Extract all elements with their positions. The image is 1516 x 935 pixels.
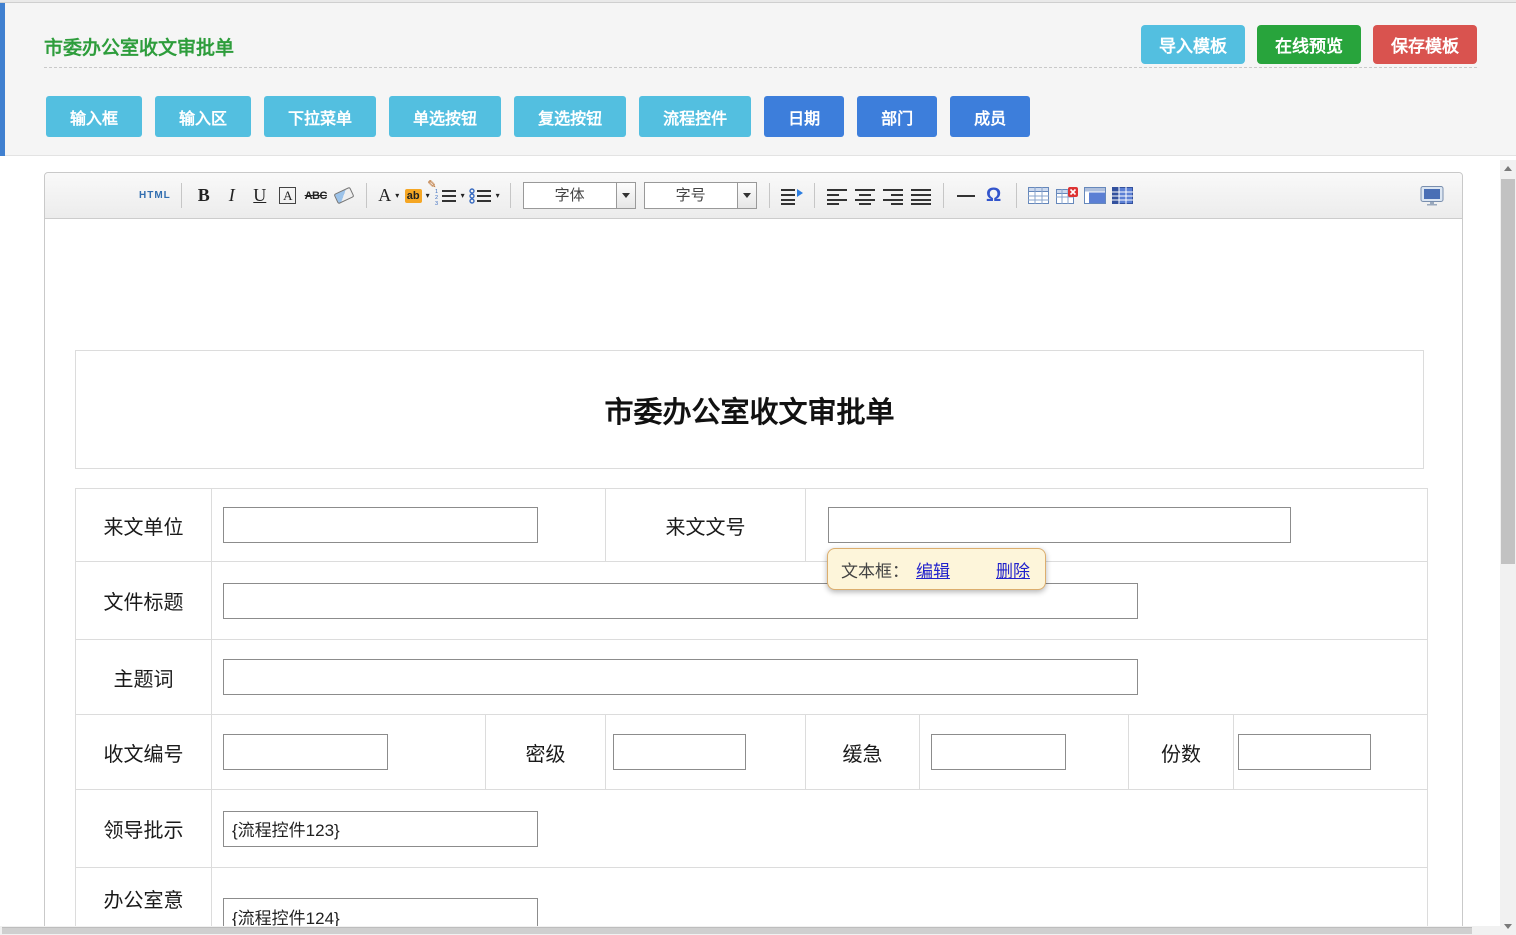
incoming-doc-number-input[interactable] xyxy=(828,507,1291,543)
form-table: 来文单位 来文文号 文件标题 主题词 xyxy=(75,488,1428,935)
scroll-up-arrow-icon[interactable] xyxy=(1500,160,1516,177)
toolbar-separator xyxy=(510,183,511,208)
table-row: 领导批示 xyxy=(76,790,1428,868)
font-size-select[interactable]: 字号 xyxy=(644,182,757,209)
security-level-input[interactable] xyxy=(613,734,746,770)
field-label: 主题词 xyxy=(76,640,212,715)
toolbar-separator xyxy=(814,183,815,208)
delete-table-icon[interactable] xyxy=(1055,182,1079,210)
horizontal-scrollbar-thumb[interactable] xyxy=(2,927,1472,934)
field-label: 来文单位 xyxy=(76,489,212,562)
field-label: 收文编号 xyxy=(76,715,212,790)
svg-text:3: 3 xyxy=(435,201,438,205)
subject-words-input[interactable] xyxy=(223,659,1138,695)
header-panel: 市委办公室收文审批单 导入模板 在线预览 保存模板 输入框 输入区 下拉菜单 单… xyxy=(5,3,1516,156)
highlight-color-icon[interactable]: ab ✎ ▾ xyxy=(405,182,430,210)
toolbar-separator xyxy=(181,183,182,208)
add-textarea-button[interactable]: 输入区 xyxy=(155,96,251,137)
toolbar-separator xyxy=(366,183,367,208)
boxed-a-icon[interactable]: A xyxy=(279,187,296,204)
leader-instructions-input[interactable] xyxy=(223,811,538,847)
underline-icon[interactable]: U xyxy=(248,182,272,210)
eraser-icon[interactable] xyxy=(332,182,356,210)
page-title: 市委办公室收文审批单 xyxy=(44,33,234,60)
field-label: 来文文号 xyxy=(606,489,806,562)
add-input-box-button[interactable]: 输入框 xyxy=(46,96,142,137)
align-left-icon[interactable] xyxy=(825,182,849,210)
ordered-list-icon[interactable]: 1 2 3 ▾ xyxy=(434,182,465,210)
fullscreen-icon[interactable] xyxy=(1420,182,1444,210)
vertical-scrollbar[interactable] xyxy=(1500,160,1516,935)
add-flow-control-button[interactable]: 流程控件 xyxy=(639,96,751,137)
field-label: 领导批示 xyxy=(76,790,212,868)
form-title: 市委办公室收文审批单 xyxy=(75,350,1424,469)
font-family-select[interactable]: 字体 xyxy=(523,182,636,209)
chevron-down-icon[interactable] xyxy=(616,183,635,208)
unordered-list-icon[interactable]: ▾ xyxy=(469,182,500,210)
online-preview-button[interactable]: 在线预览 xyxy=(1257,25,1361,64)
incoming-unit-input[interactable] xyxy=(223,507,538,543)
field-label: 密级 xyxy=(486,715,606,790)
copies-input[interactable] xyxy=(1238,734,1371,770)
table-row: 收文编号 密级 缓急 份数 xyxy=(76,715,1428,790)
header-actions: 导入模板 在线预览 保存模板 xyxy=(1141,25,1477,64)
horizontal-rule-icon[interactable] xyxy=(954,182,978,210)
indent-icon[interactable] xyxy=(780,182,804,210)
widget-tooltip: 文本框： 编辑 删除 xyxy=(827,548,1046,590)
toolbar-separator xyxy=(943,183,944,208)
field-label: 办公室意 xyxy=(76,868,212,935)
bold-icon[interactable]: B xyxy=(192,182,216,210)
add-department-button[interactable]: 部门 xyxy=(857,96,937,137)
header-divider xyxy=(44,67,1477,68)
field-label: 份数 xyxy=(1129,715,1234,790)
strikethrough-icon[interactable]: ABC xyxy=(304,182,328,210)
font-color-icon[interactable]: A ▾ xyxy=(377,182,401,210)
field-label: 缓急 xyxy=(806,715,920,790)
table-row: 文件标题 xyxy=(76,562,1428,640)
align-justify-icon[interactable] xyxy=(909,182,933,210)
save-template-button[interactable]: 保存模板 xyxy=(1373,25,1477,64)
editor-toolbar: HTML B I U A ABC A ▾ ab ✎ ▾ 1 2 3 xyxy=(45,173,1462,219)
special-character-icon[interactable]: Ω xyxy=(982,182,1006,210)
edit-widget-link[interactable]: 编辑 xyxy=(916,557,950,582)
horizontal-scrollbar[interactable] xyxy=(0,926,1500,935)
widget-button-row: 输入框 输入区 下拉菜单 单选按钮 复选按钮 流程控件 日期 部门 成员 xyxy=(46,96,1030,137)
scroll-down-arrow-icon[interactable] xyxy=(1500,918,1516,935)
tooltip-label: 文本框： xyxy=(841,557,909,582)
field-label: 文件标题 xyxy=(76,562,212,640)
receipt-number-input[interactable] xyxy=(223,734,388,770)
toolbar-separator xyxy=(1016,183,1017,208)
vertical-scrollbar-thumb[interactable] xyxy=(1501,179,1515,564)
urgency-input[interactable] xyxy=(931,734,1066,770)
add-radio-button[interactable]: 单选按钮 xyxy=(389,96,501,137)
table-row: 来文单位 来文文号 xyxy=(76,489,1428,562)
import-template-button[interactable]: 导入模板 xyxy=(1141,25,1245,64)
insert-table-icon[interactable] xyxy=(1027,182,1051,210)
richtext-editor: HTML B I U A ABC A ▾ ab ✎ ▾ 1 2 3 xyxy=(44,172,1463,935)
html-source-icon[interactable]: HTML xyxy=(139,182,171,210)
table-row: 办公室意 xyxy=(76,868,1428,935)
align-right-icon[interactable] xyxy=(881,182,905,210)
merge-cell-icon[interactable] xyxy=(1083,182,1107,210)
add-dropdown-button[interactable]: 下拉菜单 xyxy=(264,96,376,137)
toolbar-separator xyxy=(769,183,770,208)
chevron-down-icon[interactable] xyxy=(737,183,756,208)
table-properties-icon[interactable] xyxy=(1111,182,1135,210)
table-row: 主题词 xyxy=(76,640,1428,715)
add-date-button[interactable]: 日期 xyxy=(764,96,844,137)
add-member-button[interactable]: 成员 xyxy=(950,96,1030,137)
delete-widget-link[interactable]: 删除 xyxy=(996,557,1030,582)
template-designer-page: 市委办公室收文审批单 导入模板 在线预览 保存模板 输入框 输入区 下拉菜单 单… xyxy=(0,0,1516,935)
add-checkbox-button[interactable]: 复选按钮 xyxy=(514,96,626,137)
italic-icon[interactable]: I xyxy=(220,182,244,210)
align-center-icon[interactable] xyxy=(853,182,877,210)
